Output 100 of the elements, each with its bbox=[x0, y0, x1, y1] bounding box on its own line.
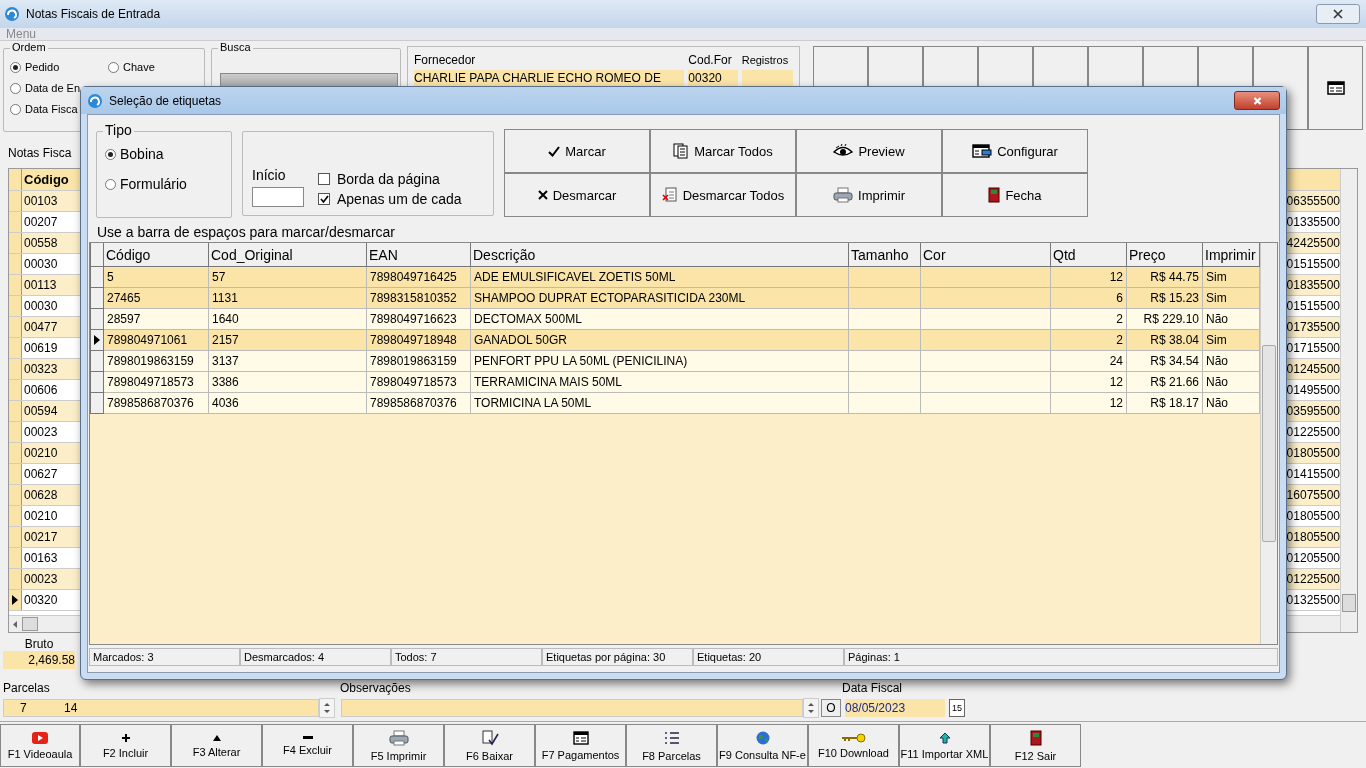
status-item: Todos: 7 bbox=[391, 648, 542, 666]
field-label: Bruto bbox=[24, 637, 54, 651]
cross-icon bbox=[537, 190, 548, 200]
status-item: Marcados: 3 bbox=[89, 648, 240, 666]
observacoes-button[interactable]: O bbox=[821, 699, 841, 717]
table-cell-text: 01715500 bbox=[1285, 340, 1340, 357]
function-key-button[interactable]: F10 Download bbox=[808, 724, 899, 767]
tab[interactable]: Notas Fisca bbox=[8, 146, 72, 160]
play-icon bbox=[32, 731, 48, 744]
vertical-scrollbar[interactable] bbox=[1340, 169, 1357, 632]
printer-icon bbox=[388, 729, 409, 746]
table-cell-text: 06355500 bbox=[1285, 193, 1340, 210]
function-key-button[interactable]: F2 Incluir bbox=[80, 724, 171, 767]
action-button[interactable]: Preview bbox=[796, 129, 942, 173]
action-button[interactable]: Configurar bbox=[942, 129, 1088, 173]
date-field[interactable]: 08/05/2023 bbox=[845, 699, 945, 717]
spin-button[interactable] bbox=[319, 698, 335, 718]
hint-text: Use a barra de espaços para marcar/desmarcar bbox=[97, 224, 397, 242]
radio-option[interactable]: Formulário bbox=[105, 176, 231, 192]
group-title: Busca bbox=[218, 41, 253, 53]
toolbar-button[interactable] bbox=[1308, 46, 1363, 130]
field-label: Parcelas bbox=[3, 681, 51, 697]
check-icon bbox=[319, 194, 329, 204]
function-key-button[interactable]: F6 Baixar bbox=[444, 724, 535, 767]
parcelas-field[interactable]: 7 14 bbox=[3, 699, 319, 717]
table-cell-text: 01515500 bbox=[1285, 256, 1340, 273]
radio-option[interactable]: Chave bbox=[108, 61, 198, 73]
radio-option[interactable]: Data Fisca bbox=[10, 103, 108, 115]
table-cell-text: 01735500 bbox=[1285, 319, 1340, 336]
field-label: Fornecedor bbox=[414, 53, 477, 67]
action-button[interactable]: Desmarcar bbox=[504, 173, 650, 217]
dialog-title: Seleção de etiquetas bbox=[109, 93, 222, 108]
table-cell-text: 01245500 bbox=[1285, 361, 1340, 378]
records-field[interactable] bbox=[741, 69, 793, 87]
function-key-button[interactable]: F3 Alterar bbox=[171, 724, 262, 767]
scroll-thumb[interactable] bbox=[22, 617, 38, 631]
list-icon bbox=[663, 729, 680, 746]
table-cell-text: 01805500 bbox=[1285, 508, 1340, 525]
table-cell-text: 01805500 bbox=[1285, 445, 1340, 462]
function-key-button[interactable]: F5 Imprimir bbox=[353, 724, 444, 767]
total-field: 2,469.58 bbox=[3, 651, 75, 669]
minus-icon bbox=[302, 735, 313, 740]
table-cell: R$ 18.17 bbox=[1127, 393, 1203, 414]
vertical-scrollbar[interactable] bbox=[1260, 243, 1277, 644]
table-cell-text: 01495500 bbox=[1285, 382, 1340, 399]
printer-icon bbox=[833, 187, 854, 203]
table-cell-text: 03595500 bbox=[1285, 403, 1340, 420]
status-item: Etiquetas: 20 bbox=[693, 648, 844, 666]
function-key-button[interactable]: F8 Parcelas bbox=[626, 724, 717, 767]
group-title: Ordem bbox=[10, 41, 48, 53]
form-icon bbox=[1326, 81, 1345, 95]
function-key-button[interactable]: F7 Pagamentos bbox=[535, 724, 626, 767]
action-button[interactable]: Marcar bbox=[504, 129, 650, 173]
action-button[interactable]: Marcar Todos bbox=[650, 129, 796, 173]
function-key-button[interactable]: F9 Consulta NF-e bbox=[717, 724, 808, 767]
table-cell-text: 01205500 bbox=[1285, 550, 1340, 567]
scroll-left-icon[interactable] bbox=[13, 620, 18, 628]
scroll-thumb[interactable] bbox=[1262, 345, 1276, 542]
up-down-arrows-icon bbox=[807, 701, 815, 715]
calendar-button[interactable]: 15 bbox=[949, 699, 965, 717]
app-logo-icon bbox=[4, 6, 20, 22]
action-button[interactable]: Fecha bbox=[942, 173, 1088, 217]
table-cell-text: 01415500 bbox=[1285, 466, 1340, 483]
spin-button[interactable] bbox=[803, 698, 819, 718]
table-cell: 7898586870376 bbox=[367, 393, 471, 414]
function-key-button[interactable]: F11 Importar XML bbox=[899, 724, 990, 767]
plus-icon bbox=[120, 732, 131, 743]
status-item: Etiquetas por página: 30 bbox=[542, 648, 693, 666]
start-input-field[interactable] bbox=[252, 187, 304, 207]
radio-option[interactable]: Bobina bbox=[105, 146, 231, 162]
close-button[interactable] bbox=[1234, 91, 1280, 110]
table-cell-text: 42425500 bbox=[1285, 235, 1340, 252]
scroll-thumb[interactable] bbox=[1342, 594, 1356, 612]
up-down-arrows-icon bbox=[323, 701, 331, 715]
check-icon bbox=[548, 145, 561, 157]
function-key-button[interactable]: F12 Sair bbox=[990, 724, 1081, 767]
table-cell bbox=[849, 393, 921, 414]
table-cell: 12 bbox=[1051, 393, 1127, 414]
supplier-field[interactable]: CHARLIE PAPA CHARLIE ECHO ROMEO DE bbox=[414, 69, 685, 87]
table-cell-text: 01325500 bbox=[1285, 592, 1340, 609]
action-button[interactable]: Desmarcar Todos bbox=[650, 173, 796, 217]
checkbox-option[interactable]: Borda da página bbox=[318, 171, 462, 187]
function-key-button[interactable]: F4 Excluir bbox=[262, 724, 353, 767]
action-button[interactable]: Imprimir bbox=[796, 173, 942, 217]
table-cell-text: 01515500 bbox=[1285, 298, 1340, 315]
function-key-button[interactable]: F1 Videoaula bbox=[0, 724, 80, 767]
group-title: Tipo bbox=[103, 122, 134, 138]
form-icon bbox=[572, 730, 589, 745]
app-logo-icon bbox=[87, 92, 103, 109]
field-label: Início bbox=[252, 167, 287, 183]
observacoes-field[interactable] bbox=[341, 699, 803, 717]
field-label: Observações bbox=[340, 681, 412, 697]
checkbox-option[interactable]: Apenas um de cada bbox=[318, 191, 462, 207]
radio-option[interactable]: Pedido bbox=[10, 61, 108, 73]
supplier-code-field[interactable]: 00320 bbox=[688, 69, 738, 87]
window-title: Notas Fiscais de Entrada bbox=[26, 7, 161, 21]
table-cell-text: 01225500 bbox=[1285, 571, 1340, 588]
table-cell: TORMICINA LA 50ML bbox=[471, 393, 849, 414]
status-item: Páginas: 1 bbox=[844, 648, 1278, 666]
radio-option[interactable]: Data de En bbox=[10, 82, 108, 94]
